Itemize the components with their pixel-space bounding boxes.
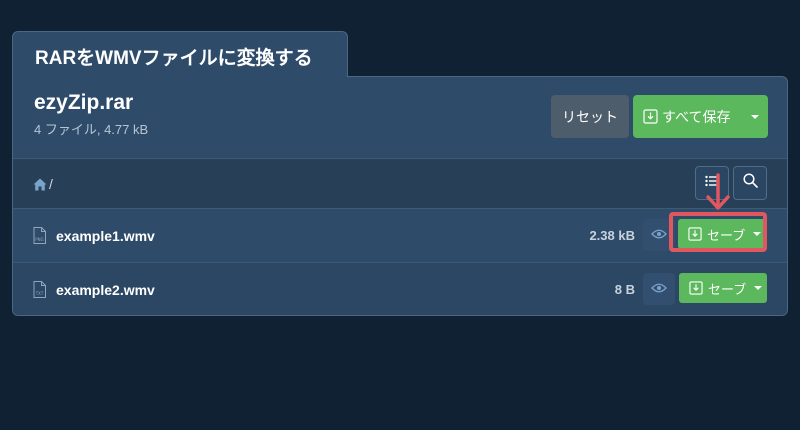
caret-down-icon: [754, 286, 762, 290]
breadcrumb-separator: /: [49, 176, 53, 192]
download-icon: [689, 280, 704, 296]
eye-icon: [651, 280, 667, 298]
svg-text:PNG: PNG: [35, 237, 44, 242]
path-toolbar: /: [13, 158, 787, 208]
file-size: 2.38 kB: [589, 228, 635, 243]
save-file-main[interactable]: セーブ: [679, 273, 749, 303]
highlight-box: [669, 212, 767, 252]
archive-header: ezyZip.rar 4 ファイル, 4.77 kB リセット すべて保存: [13, 77, 787, 158]
reset-button-label: リセット: [562, 108, 618, 125]
file-icon: PNG: [33, 227, 46, 244]
save-file-dropdown-toggle[interactable]: [749, 273, 767, 303]
home-icon[interactable]: [33, 178, 47, 191]
file-row: TXT example2.wmv 8 B セーブ: [13, 262, 787, 315]
file-size: 8 B: [614, 282, 635, 297]
reset-button[interactable]: リセット: [551, 95, 629, 138]
preview-button[interactable]: [643, 273, 675, 305]
file-name[interactable]: example2.wmv: [56, 282, 155, 298]
save-all-button[interactable]: すべて保存: [633, 95, 768, 138]
page-title: RARをWMVファイルに変換する: [35, 48, 313, 69]
eye-icon: [651, 226, 667, 244]
arrow-down-icon: [703, 173, 733, 213]
save-file-button[interactable]: セーブ: [679, 273, 767, 303]
svg-text:TXT: TXT: [35, 291, 44, 296]
download-icon: [643, 109, 658, 124]
save-all-label: すべて保存: [662, 108, 731, 125]
caret-down-icon: [750, 114, 759, 119]
page-title-tab: RARをWMVファイルに変換する: [12, 31, 348, 77]
search-icon: [742, 173, 758, 193]
archive-info: 4 ファイル, 4.77 kB: [34, 122, 149, 137]
archive-name: ezyZip.rar: [34, 91, 134, 114]
save-file-label: セーブ: [708, 281, 747, 297]
save-all-dropdown-toggle[interactable]: [741, 95, 768, 138]
file-icon: TXT: [33, 281, 46, 298]
file-name[interactable]: example1.wmv: [56, 228, 155, 244]
save-all-main[interactable]: すべて保存: [633, 95, 741, 138]
search-button[interactable]: [733, 166, 767, 200]
archive-panel: ezyZip.rar 4 ファイル, 4.77 kB リセット すべて保存 /: [12, 76, 788, 316]
